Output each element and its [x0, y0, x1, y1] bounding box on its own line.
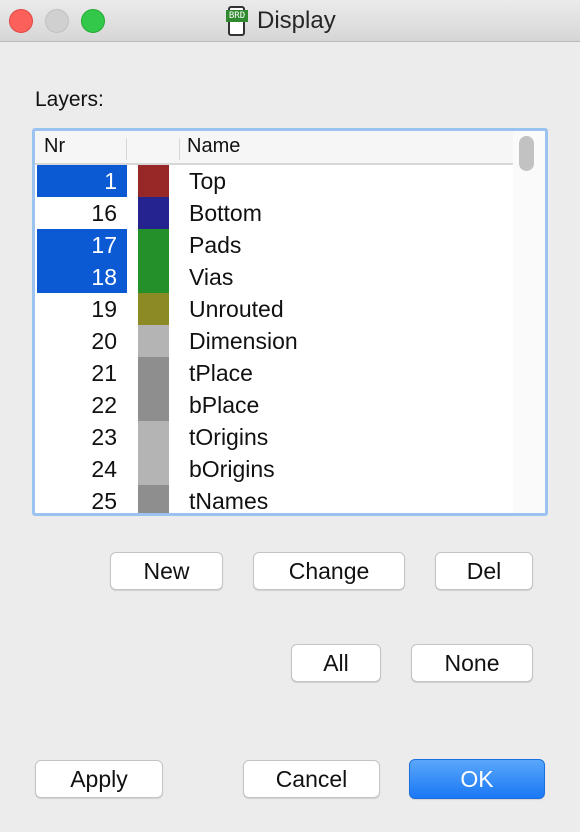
layer-name: tPlace	[189, 360, 253, 386]
zoom-window-button[interactable]	[81, 9, 105, 33]
layer-color-swatch[interactable]	[138, 165, 169, 197]
layer-name: tOrigins	[189, 424, 269, 450]
layer-color-swatch[interactable]	[138, 197, 169, 229]
brd-badge: BRD	[226, 10, 248, 22]
layer-name: Bottom	[189, 200, 262, 226]
layer-color-swatch[interactable]	[138, 229, 169, 261]
layer-number[interactable]: 1	[37, 165, 127, 197]
layer-number[interactable]: 19	[37, 293, 127, 325]
change-layer-button[interactable]: Change	[253, 552, 405, 590]
layer-number[interactable]: 25	[37, 485, 127, 513]
column-separator	[126, 138, 127, 160]
layer-row[interactable]: 20 Dimension	[35, 325, 513, 357]
layer-name: Dimension	[189, 328, 298, 354]
scrollbar-thumb[interactable]	[519, 136, 534, 171]
layer-name: Unrouted	[189, 296, 284, 322]
layer-color-swatch[interactable]	[138, 421, 169, 453]
layer-color-swatch[interactable]	[138, 261, 169, 293]
layer-number[interactable]: 16	[37, 197, 127, 229]
layer-name: bPlace	[189, 392, 260, 418]
cancel-button[interactable]: Cancel	[243, 760, 380, 798]
column-header-nr[interactable]: Nr	[44, 135, 65, 158]
layer-row[interactable]: 23 tOrigins	[35, 421, 513, 453]
layer-name: bOrigins	[189, 456, 275, 482]
layer-number[interactable]: 23	[37, 421, 127, 453]
table-header: Nr Name	[35, 131, 513, 165]
layer-number[interactable]: 18	[37, 261, 127, 293]
layer-number[interactable]: 17	[37, 229, 127, 261]
window-title: Display	[257, 7, 336, 34]
layer-color-swatch[interactable]	[138, 389, 169, 421]
layer-name: Vias	[189, 264, 234, 290]
new-layer-button[interactable]: New	[110, 552, 223, 590]
minimize-window-button[interactable]	[45, 9, 69, 33]
brd-document-icon: BRD	[226, 6, 248, 36]
column-header-name[interactable]: Name	[187, 135, 240, 158]
select-none-button[interactable]: None	[411, 644, 533, 682]
ok-button[interactable]: OK	[409, 759, 545, 799]
layer-color-swatch[interactable]	[138, 357, 169, 389]
layer-row[interactable]: 1 Top	[35, 165, 513, 197]
vertical-scrollbar[interactable]	[513, 131, 545, 513]
window-title-group: BRD Display	[226, 4, 336, 38]
layers-table-body: Nr Name 1 Top 16 Bottom 17 Pads 18 Vias 19 Unrout…	[35, 131, 514, 513]
layer-row[interactable]: 25 tNames	[35, 485, 513, 514]
close-window-button[interactable]	[9, 9, 33, 33]
layer-name: Top	[189, 168, 227, 194]
select-all-button[interactable]: All	[291, 644, 381, 682]
apply-button[interactable]: Apply	[35, 760, 163, 798]
layer-color-swatch[interactable]	[138, 293, 169, 325]
layer-row[interactable]: 17 Pads	[35, 229, 513, 261]
layers-table[interactable]: Nr Name 1 Top 16 Bottom 17 Pads 18 Vias 19 Unrout…	[32, 128, 548, 516]
layer-number[interactable]: 20	[37, 325, 127, 357]
layer-number[interactable]: 24	[37, 453, 127, 485]
layer-number[interactable]: 22	[37, 389, 127, 421]
layer-color-swatch[interactable]	[138, 485, 169, 513]
layer-row[interactable]: 18 Vias	[35, 261, 513, 293]
layer-name: Pads	[189, 232, 242, 258]
layer-color-swatch[interactable]	[138, 325, 169, 357]
column-separator	[179, 138, 180, 160]
layer-row[interactable]: 22 bPlace	[35, 389, 513, 421]
layers-label: Layers:	[35, 88, 104, 111]
layer-name: tNames	[189, 488, 269, 514]
layer-row[interactable]: 21 tPlace	[35, 357, 513, 389]
layer-row[interactable]: 16 Bottom	[35, 197, 513, 229]
layer-number[interactable]: 21	[37, 357, 127, 389]
delete-layer-button[interactable]: Del	[435, 552, 533, 590]
layer-row[interactable]: 19 Unrouted	[35, 293, 513, 325]
layer-row[interactable]: 24 bOrigins	[35, 453, 513, 485]
title-bar: BRD Display	[0, 0, 580, 42]
layer-color-swatch[interactable]	[138, 453, 169, 485]
